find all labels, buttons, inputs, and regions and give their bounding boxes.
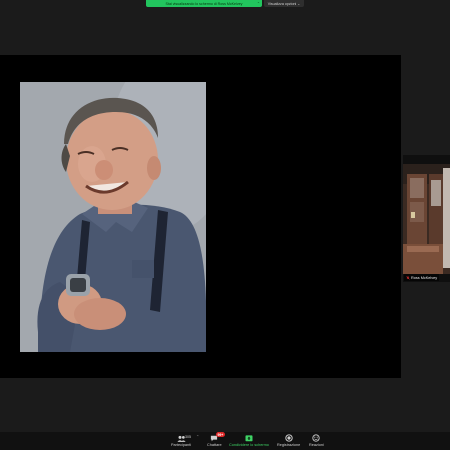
chevron-down-icon: ⌄ xyxy=(297,1,301,6)
meeting-toolbar: Partecipanti 305 ⌃ Chattare 99+ Condivid… xyxy=(0,432,450,450)
shared-screen xyxy=(0,55,401,378)
participant-tile[interactable]: Ross McKelvey xyxy=(403,155,450,282)
reactions-label: Reazioni xyxy=(309,443,324,447)
reactions-icon xyxy=(312,434,321,442)
participant-video xyxy=(403,164,450,274)
reactions-button[interactable]: Reazioni xyxy=(309,434,324,447)
meeting-window: Stai visualizzando lo schermo di Ross Mc… xyxy=(0,0,450,450)
share-screen-label: Condividere lo schermo xyxy=(229,443,269,447)
portrait-photo xyxy=(20,82,206,352)
chat-unread-badge: 99+ xyxy=(216,432,225,437)
share-screen-icon xyxy=(244,434,253,442)
record-icon xyxy=(284,434,293,442)
participant-name-tag: Ross McKelvey xyxy=(404,274,440,281)
participant-name: Ross McKelvey xyxy=(411,275,438,280)
portrait-illustration xyxy=(20,82,206,352)
chevron-up-icon[interactable]: ⌃ xyxy=(196,434,199,439)
chat-badge-count: 99+ xyxy=(217,432,224,437)
chevron-down-icon[interactable]: ⌄ xyxy=(257,0,260,5)
record-label: Registrazione xyxy=(277,443,301,447)
share-screen-button[interactable]: Condividere lo schermo xyxy=(229,434,269,447)
participant-room-illustration xyxy=(403,164,450,274)
view-options-button[interactable]: Visualizza opzioni ⌄ xyxy=(264,0,304,7)
chat-label: Chattare xyxy=(207,443,222,447)
share-status-text: Stai visualizzando lo schermo di Ross Mc… xyxy=(165,1,243,6)
participants-label: Partecipanti xyxy=(171,443,192,447)
view-options-label: Visualizza opzioni xyxy=(267,1,297,6)
record-button[interactable]: Registrazione xyxy=(277,434,300,447)
screen-share-banner[interactable]: Stai visualizzando lo schermo di Ross Mc… xyxy=(146,0,262,7)
participants-count: 305 xyxy=(185,435,191,439)
mic-muted-icon xyxy=(406,275,410,280)
